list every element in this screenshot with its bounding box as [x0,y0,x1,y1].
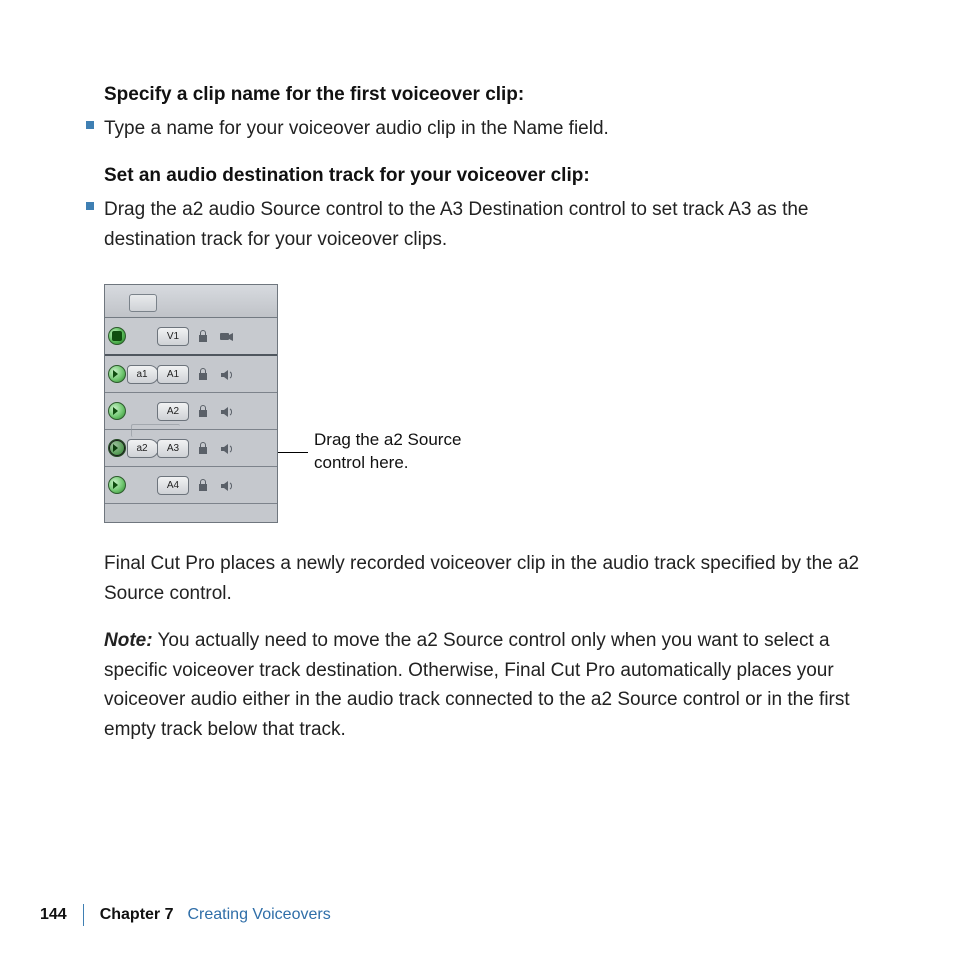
track-row-a4[interactable]: A4 [105,467,277,504]
vis-slot[interactable] [215,330,239,342]
figure: V1 a1 A1 A2 a2 A3 [104,284,874,523]
body-paragraph: Final Cut Pro places a newly recorded vo… [104,549,874,608]
audio-enable-icon[interactable] [108,365,126,383]
speaker-icon [220,368,234,380]
page-number: 144 [40,906,67,924]
speaker-icon [220,442,234,454]
dest-control-v1[interactable]: V1 [157,327,189,346]
panel-header [105,285,277,318]
audio-enable-icon[interactable] [108,439,126,457]
speaker-icon [220,479,234,491]
dest-control-a4[interactable]: A4 [157,476,189,495]
audio-enable-icon[interactable] [108,476,126,494]
speaker-icon [220,405,234,417]
chapter-label: Chapter 7 [100,906,174,924]
page-footer: 144 Chapter 7 Creating Voiceovers [40,904,331,926]
track-patch-panel: V1 a1 A1 A2 a2 A3 [104,284,278,523]
callout-text: Drag the a2 Source control here. [314,429,504,475]
track-row-v1[interactable]: V1 [105,318,277,356]
bullet-item: Drag the a2 audio Source control to the … [86,195,874,254]
lock-icon [197,441,209,455]
audio-enable-icon[interactable] [108,402,126,420]
track-row-a1[interactable]: a1 A1 [105,356,277,393]
note-paragraph: Note: You actually need to move the a2 S… [104,626,874,744]
chapter-name: Creating Voiceovers [188,906,331,924]
dest-slot[interactable]: V1 [157,327,191,346]
note-body: You actually need to move the a2 Source … [104,630,850,739]
track-row-a3[interactable]: a2 A3 [105,430,277,467]
square-bullet-icon [86,121,94,129]
video-enable-icon[interactable] [108,327,126,345]
bullet-text: Type a name for your voiceover audio cli… [104,114,874,143]
note-label: Note: [104,630,153,651]
lock-icon [197,367,209,381]
track-indicator [105,327,129,345]
lock-icon [197,329,209,343]
visibility-icon [220,330,234,342]
bullet-item: Type a name for your voiceover audio cli… [86,114,874,143]
source-control-a1[interactable]: a1 [127,365,159,384]
lock-icon [197,478,209,492]
source-control-a2[interactable]: a2 [127,439,159,458]
footer-divider [83,904,84,926]
lock-slot[interactable] [191,329,215,343]
dest-control-a2[interactable]: A2 [157,402,189,421]
lock-icon [197,404,209,418]
dest-control-a1[interactable]: A1 [157,365,189,384]
heading-destination: Set an audio destination track for your … [104,165,874,187]
callout-leader-line [278,452,308,453]
square-bullet-icon [86,202,94,210]
bullet-text: Drag the a2 audio Source control to the … [104,195,874,254]
callout: Drag the a2 Source control here. [278,429,504,475]
dest-control-a3[interactable]: A3 [157,439,189,458]
document-page: Specify a clip name for the first voiceo… [0,0,954,954]
heading-clipname: Specify a clip name for the first voiceo… [104,84,874,106]
